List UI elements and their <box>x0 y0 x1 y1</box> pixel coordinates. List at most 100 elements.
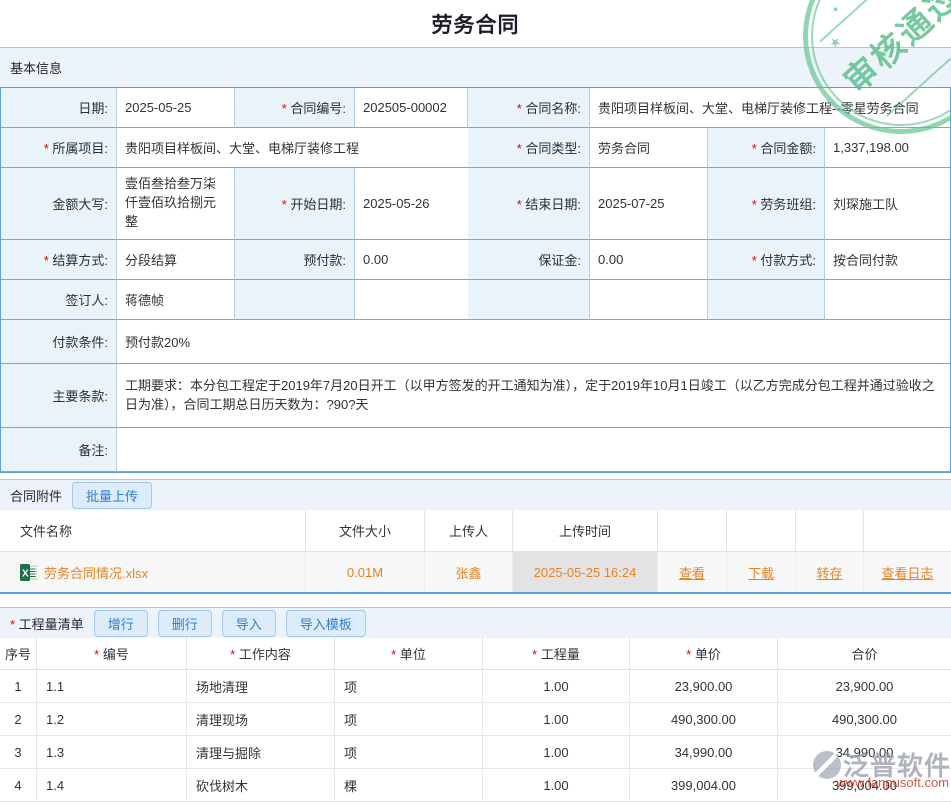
row-total: 34,990.00 <box>778 736 951 769</box>
col-work-content: 工作内容 <box>187 638 335 670</box>
field-value-remark <box>117 428 950 472</box>
row-content: 砍伐树木 <box>187 769 335 802</box>
empty-cell <box>468 280 590 320</box>
row-code: 1.4 <box>37 769 187 802</box>
row-content: 清理与掘除 <box>187 736 335 769</box>
attachments-section-header: 合同附件 批量上传 <box>0 479 951 510</box>
field-label-deposit: 保证金: <box>468 240 590 280</box>
field-label-remark: 备注: <box>1 428 117 472</box>
empty-cell <box>235 280 355 320</box>
delete-row-button[interactable]: 删行 <box>158 610 212 637</box>
row-qty: 1.00 <box>483 736 630 769</box>
view-log-link[interactable]: 查看日志 <box>881 563 933 582</box>
import-button[interactable]: 导入 <box>222 610 276 637</box>
empty-cell <box>708 280 825 320</box>
field-label-prepay: 预付款: <box>235 240 355 280</box>
boq-section: 工程量清单 增行 删行 导入 导入模板 序号 编号 工作内容 单位 工程量 单价… <box>0 607 951 802</box>
file-size: 0.01M <box>306 552 425 592</box>
labor-contract-page: 劳务合同 ★ ✦ ★ ✦ 审核通过 基本信息 日期: 2025-05-25 合同… <box>0 0 951 804</box>
row-total: 490,300.00 <box>778 703 951 736</box>
field-value-labor-team: 刘琛施工队 <box>825 168 950 240</box>
field-label-amount-caps: 金额大写: <box>1 168 117 240</box>
attachment-row: X 劳务合同情况.xlsx 0.01M 张鑫 2025-05-25 16:24 … <box>0 552 951 594</box>
import-template-button[interactable]: 导入模板 <box>286 610 366 637</box>
row-qty: 1.00 <box>483 703 630 736</box>
row-content: 场地清理 <box>187 670 335 703</box>
col-upload-time: 上传时间 <box>513 510 658 552</box>
svg-text:X: X <box>22 568 29 579</box>
field-value-contract-no: 202505-00002 <box>355 88 468 128</box>
row-price: 34,990.00 <box>630 736 778 769</box>
row-code: 1.3 <box>37 736 187 769</box>
field-value-signer: 蒋德帧 <box>117 280 235 320</box>
row-seq: 2 <box>0 703 37 736</box>
boq-table-row: 1 1.1 场地清理 项 1.00 23,900.00 23,900.00 <box>0 670 951 703</box>
row-total: 399,004.00 <box>778 769 951 802</box>
col-action <box>727 510 796 552</box>
field-label-labor-team: 劳务班组: <box>708 168 825 240</box>
attachments-table: 文件名称 文件大小 上传人 上传时间 X 劳务合同情况.xlsx 0.01M 张… <box>0 510 951 594</box>
empty-cell <box>590 280 708 320</box>
row-seq: 3 <box>0 736 37 769</box>
field-label-amount: 合同金额: <box>708 128 825 168</box>
row-qty: 1.00 <box>483 769 630 802</box>
basic-info-section-title: 基本信息 <box>10 58 62 77</box>
row-unit: 棵 <box>335 769 483 802</box>
boq-section-title: 工程量清单 <box>10 614 84 633</box>
view-file-link[interactable]: 查看 <box>679 563 705 582</box>
add-row-button[interactable]: 增行 <box>94 610 148 637</box>
col-unit-price: 单价 <box>630 638 778 670</box>
boq-table-row: 3 1.3 清理与掘除 项 1.00 34,990.00 34,990.00 <box>0 736 951 769</box>
col-action <box>796 510 864 552</box>
row-seq: 4 <box>0 769 37 802</box>
boq-table-row: 4 1.4 砍伐树木 棵 1.00 399,004.00 399,004.00 <box>0 769 951 802</box>
basic-info-section-header: 基本信息 <box>0 47 951 87</box>
row-unit: 项 <box>335 670 483 703</box>
field-label-main-clause: 主要条款: <box>1 364 117 428</box>
field-value-settle-method: 分段结算 <box>117 240 235 280</box>
col-file-size: 文件大小 <box>306 510 425 552</box>
attachments-table-header: 文件名称 文件大小 上传人 上传时间 <box>0 510 951 552</box>
transfer-file-link[interactable]: 转存 <box>816 563 842 582</box>
file-uploader: 张鑫 <box>425 552 513 592</box>
row-price: 399,004.00 <box>630 769 778 802</box>
download-file-link[interactable]: 下载 <box>748 563 774 582</box>
field-value-amount-caps: 壹佰叁拾叁万柒仟壹佰玖拾捌元整 <box>117 168 235 240</box>
field-label-pay-method: 付款方式: <box>708 240 825 280</box>
row-code: 1.1 <box>37 670 187 703</box>
boq-table-row: 2 1.2 清理现场 项 1.00 490,300.00 490,300.00 <box>0 703 951 736</box>
field-label-contract-no: 合同编号: <box>235 88 355 128</box>
empty-cell <box>825 280 950 320</box>
field-value-start-date: 2025-05-26 <box>355 168 468 240</box>
field-value-contract-name: 贵阳项目样板间、大堂、电梯厅装修工程--零星劳务合同 <box>590 88 950 128</box>
field-label-pay-terms: 付款条件: <box>1 320 117 364</box>
col-seq: 序号 <box>0 638 37 670</box>
field-value-project: 贵阳项目样板间、大堂、电梯厅装修工程 <box>117 128 468 168</box>
field-label-date: 日期: <box>1 88 117 128</box>
field-value-pay-method: 按合同付款 <box>825 240 950 280</box>
row-code: 1.2 <box>37 703 187 736</box>
field-value-date: 2025-05-25 <box>117 88 235 128</box>
field-value-prepay: 0.00 <box>355 240 468 280</box>
excel-file-icon: X <box>20 564 37 581</box>
row-price: 23,900.00 <box>630 670 778 703</box>
field-value-pay-terms: 预付款20% <box>117 320 950 364</box>
field-label-contract-name: 合同名称: <box>468 88 590 128</box>
col-uploader: 上传人 <box>425 510 513 552</box>
col-quantity: 工程量 <box>483 638 630 670</box>
field-label-contract-type: 合同类型: <box>468 128 590 168</box>
field-value-end-date: 2025-07-25 <box>590 168 708 240</box>
row-content: 清理现场 <box>187 703 335 736</box>
field-label-settle-method: 结算方式: <box>1 240 117 280</box>
row-price: 490,300.00 <box>630 703 778 736</box>
field-value-deposit: 0.00 <box>590 240 708 280</box>
file-name-link[interactable]: 劳务合同情况.xlsx <box>44 563 148 582</box>
col-unit: 单位 <box>335 638 483 670</box>
row-unit: 项 <box>335 736 483 769</box>
field-value-contract-type: 劳务合同 <box>590 128 708 168</box>
page-title: 劳务合同 <box>0 0 951 47</box>
file-upload-time: 2025-05-25 16:24 <box>513 552 658 592</box>
batch-upload-button[interactable]: 批量上传 <box>72 482 152 509</box>
field-label-start-date: 开始日期: <box>235 168 355 240</box>
row-total: 23,900.00 <box>778 670 951 703</box>
